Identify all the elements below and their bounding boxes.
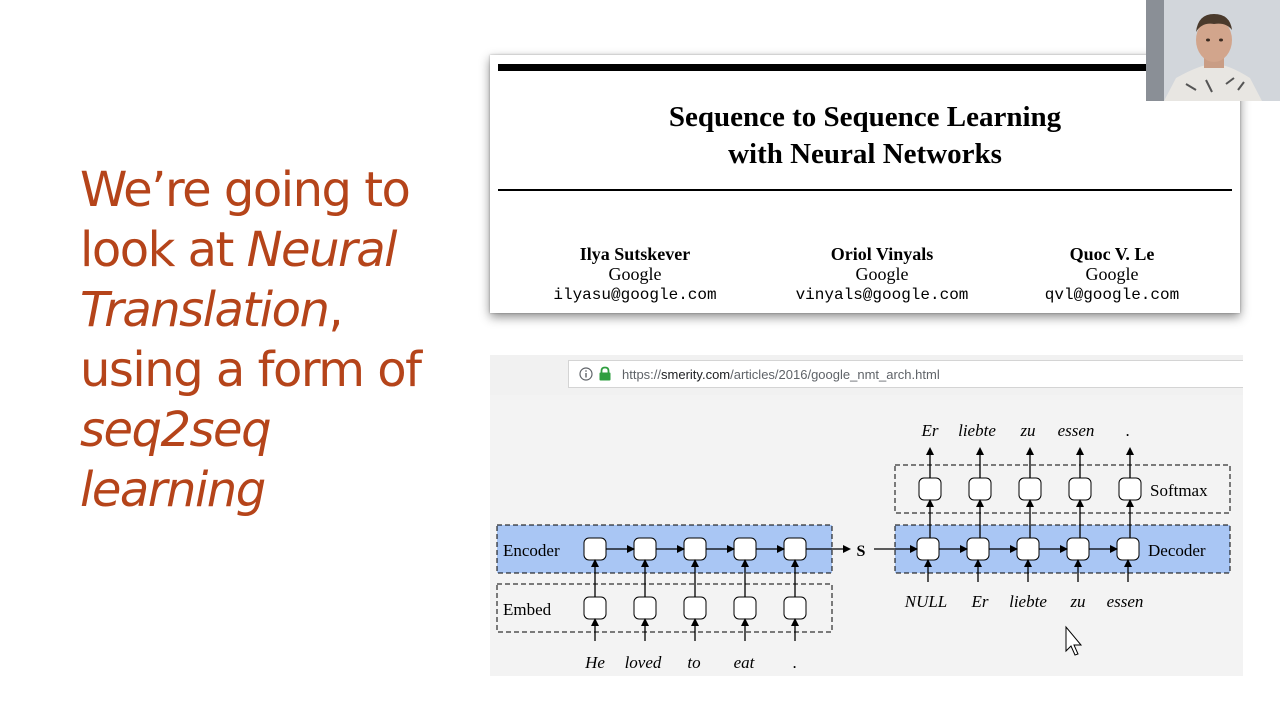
- author-affiliation: Google: [608, 264, 662, 284]
- softmax-label: Softmax: [1150, 481, 1208, 500]
- decoder-cell: [1066, 537, 1090, 561]
- input-word: eat: [734, 653, 756, 672]
- softmax-cell: [1018, 477, 1042, 501]
- slide-line-2: look at Neural: [80, 220, 460, 280]
- input-word: .: [793, 653, 797, 672]
- input-word: to: [687, 653, 700, 672]
- output-word: .: [1126, 421, 1130, 440]
- decoder-cell: [1116, 537, 1140, 561]
- webcam-person-image: [1146, 0, 1280, 101]
- output-word: liebte: [958, 421, 996, 440]
- softmax-cell: [1068, 477, 1092, 501]
- author-name: Quoc V. Le: [1069, 244, 1155, 264]
- slide-line-2-italic: Neural: [246, 222, 398, 278]
- author-block: Oriol Vinyals Google vinyals@google.com: [772, 244, 992, 305]
- slide-line-5-italic: seq2seq: [80, 402, 272, 458]
- slide-line-4: using a form of: [80, 342, 422, 398]
- decoder-input-word: liebte: [1009, 592, 1047, 611]
- slide-line-3: Translation,: [80, 280, 460, 340]
- embed-cell: [633, 596, 657, 620]
- author-block: Quoc V. Le Google qvl@google.com: [1022, 244, 1202, 305]
- decoder-cell: [916, 537, 940, 561]
- decoder-input-word: essen: [1107, 592, 1144, 611]
- output-word: essen: [1058, 421, 1095, 440]
- decoder-input-word: Er: [971, 592, 989, 611]
- encoder-cell: [783, 537, 807, 561]
- address-bar[interactable]: https://smerity.com/articles/2016/google…: [568, 360, 1243, 388]
- lock-icon: [599, 366, 611, 381]
- encoder-cell: [683, 537, 707, 561]
- webcam-video: [1146, 0, 1280, 101]
- author-email: qvl@google.com: [1044, 286, 1180, 304]
- softmax-cell: [918, 477, 942, 501]
- paper-middle-rule: [498, 189, 1232, 191]
- state-label: S: [857, 543, 866, 560]
- decoder-input-word: NULL: [904, 592, 948, 611]
- slide-line-6: learning: [80, 460, 460, 520]
- slide-line-6-italic: learning: [80, 462, 266, 518]
- slide-line-3-italic: Translation: [80, 282, 330, 338]
- author-email: ilyasu@google.com: [553, 286, 717, 304]
- encoder-cell: [733, 537, 757, 561]
- author-affiliation: Google: [1085, 264, 1139, 284]
- embed-cell: [783, 596, 807, 620]
- url-text: https://smerity.com/articles/2016/google…: [622, 367, 940, 382]
- author-name: Oriol Vinyals: [830, 244, 934, 264]
- encoder-cell: [583, 537, 607, 561]
- embed-cell: [733, 596, 757, 620]
- slide-line-5: seq2seq: [80, 400, 460, 460]
- decoder-label: Decoder: [1148, 541, 1206, 560]
- decoder-cell: [1016, 537, 1040, 561]
- url-path: /articles/2016/google_nmt_arch.html: [730, 367, 940, 382]
- slide-line-2-plain: look at: [80, 222, 247, 278]
- paper-top-rule: [498, 64, 1232, 71]
- encoder-cell: [633, 537, 657, 561]
- embed-cell: [683, 596, 707, 620]
- paper-title-line-1: Sequence to Sequence Learning: [668, 101, 1062, 133]
- embed-cell: [583, 596, 607, 620]
- author-affiliation: Google: [855, 264, 909, 284]
- softmax-cell: [1118, 477, 1142, 501]
- paper-header-image: Sequence to Sequence Learning with Neura…: [490, 55, 1240, 313]
- author-email: vinyals@google.com: [795, 286, 969, 304]
- slide-heading: We’re going to look at Neural Translatio…: [80, 160, 460, 520]
- decoder-input-words: NULL Er liebte zu essen: [904, 592, 1144, 611]
- decoder-input-word: zu: [1069, 592, 1085, 611]
- nmt-architecture-diagram: Encoder Embed Decoder Softmax S He loved…: [490, 395, 1243, 676]
- input-word: He: [584, 653, 605, 672]
- slide-line-3-plain: ,: [328, 282, 343, 338]
- output-word: Er: [921, 421, 939, 440]
- url-prefix: https://: [622, 367, 662, 382]
- url-domain: smerity.com: [661, 367, 731, 382]
- browser-screenshot: https://smerity.com/articles/2016/google…: [490, 355, 1243, 676]
- decoder-cell: [966, 537, 990, 561]
- output-word: zu: [1019, 421, 1035, 440]
- embed-label: Embed: [503, 600, 552, 619]
- softmax-cell: [968, 477, 992, 501]
- paper-title: Sequence to Sequence Learning with Neura…: [490, 99, 1240, 173]
- author-name: Ilya Sutskever: [579, 244, 691, 264]
- paper-title-line-2: with Neural Networks: [728, 138, 1002, 170]
- encoder-label: Encoder: [503, 541, 560, 560]
- slide-line-1: We’re going to: [80, 162, 411, 218]
- input-word: loved: [625, 653, 662, 672]
- author-block: Ilya Sutskever Google ilyasu@google.com: [535, 244, 735, 305]
- info-icon[interactable]: [579, 367, 593, 381]
